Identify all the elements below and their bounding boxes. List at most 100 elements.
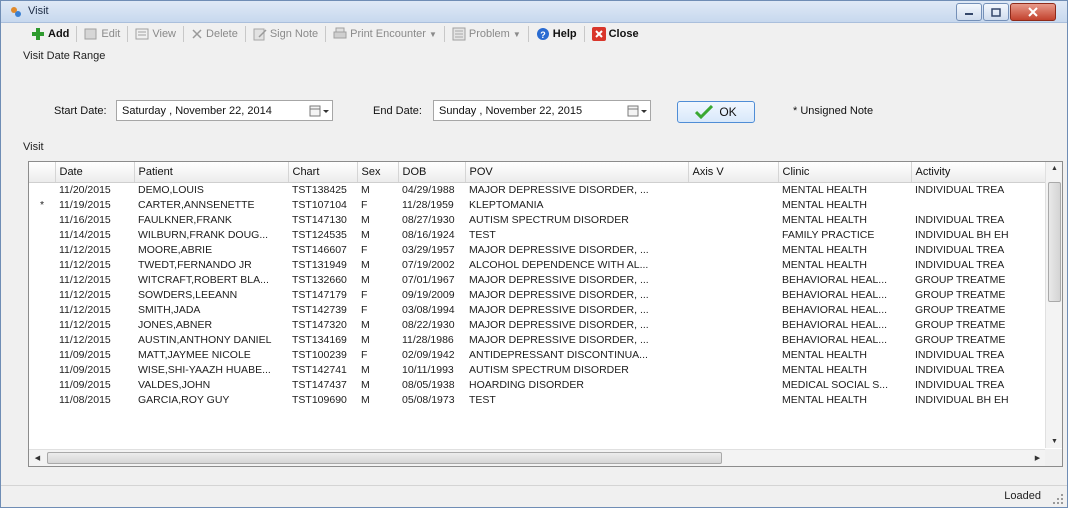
- cell-dob[interactable]: 08/16/1924: [398, 227, 465, 242]
- cell-chart[interactable]: TST142741: [288, 362, 357, 377]
- cell-activity[interactable]: GROUP TREATME: [911, 317, 1047, 332]
- cell-axis-v[interactable]: [688, 212, 778, 227]
- cell-activity[interactable]: INDIVIDUAL TREA: [911, 377, 1047, 392]
- cell-date[interactable]: 11/09/2015: [55, 362, 134, 377]
- close-button[interactable]: Close: [588, 24, 643, 44]
- cell-pov[interactable]: HOARDING DISORDER: [465, 377, 688, 392]
- cell-activity[interactable]: INDIVIDUAL TREA: [911, 347, 1047, 362]
- cell-clinic[interactable]: MENTAL HEALTH: [778, 242, 911, 257]
- cell-sex[interactable]: M: [357, 317, 398, 332]
- cell-dob[interactable]: 08/27/1930: [398, 212, 465, 227]
- cell-activity[interactable]: GROUP TREATME: [911, 272, 1047, 287]
- table-row[interactable]: 11/08/2015 GARCIA,ROY GUY TST109690 M 05/08/…: [29, 392, 1047, 407]
- cell-activity[interactable]: INDIVIDUAL TREA: [911, 182, 1047, 197]
- close-window-button[interactable]: [1010, 3, 1056, 21]
- cell-dob[interactable]: 02/09/1942: [398, 347, 465, 362]
- cell-patient[interactable]: WITCRAFT,ROBERT BLA...: [134, 272, 288, 287]
- cell-chart[interactable]: TST138425: [288, 182, 357, 197]
- calendar-dropdown-button[interactable]: [308, 102, 330, 119]
- cell-patient[interactable]: SMITH,JADA: [134, 302, 288, 317]
- table-row[interactable]: 11/12/2015 JONES,ABNER TST147320 M 08/22/193…: [29, 317, 1047, 332]
- vertical-scrollbar[interactable]: ▲ ▼: [1045, 162, 1062, 448]
- horizontal-scrollbar[interactable]: ◀ ▶: [29, 449, 1046, 466]
- scroll-left-arrow-icon[interactable]: ◀: [29, 454, 46, 462]
- cell-patient[interactable]: WISE,SHI-YAAZH HUABE...: [134, 362, 288, 377]
- cell-axis-v[interactable]: [688, 317, 778, 332]
- cell-patient[interactable]: JONES,ABNER: [134, 317, 288, 332]
- start-date-picker[interactable]: Saturday , November 22, 2014: [116, 100, 333, 121]
- row-header[interactable]: [29, 242, 55, 257]
- cell-clinic[interactable]: MENTAL HEALTH: [778, 362, 911, 377]
- cell-date[interactable]: 11/12/2015: [55, 317, 134, 332]
- end-date-picker[interactable]: Sunday , November 22, 2015: [433, 100, 651, 121]
- row-header[interactable]: *: [29, 197, 55, 212]
- cell-patient[interactable]: CARTER,ANNSENETTE: [134, 197, 288, 212]
- problem-dropdown[interactable]: Problem ▼: [448, 24, 525, 44]
- table-row[interactable]: 11/09/2015 WISE,SHI-YAAZH HUABE... TST1427…: [29, 362, 1047, 377]
- cell-activity[interactable]: INDIVIDUAL TREA: [911, 257, 1047, 272]
- cell-axis-v[interactable]: [688, 287, 778, 302]
- cell-clinic[interactable]: BEHAVIORAL HEAL...: [778, 332, 911, 347]
- table-row[interactable]: 11/14/2015 WILBURN,FRANK DOUG... TST124535…: [29, 227, 1047, 242]
- cell-sex[interactable]: M: [357, 257, 398, 272]
- cell-chart[interactable]: TST147437: [288, 377, 357, 392]
- row-header[interactable]: [29, 377, 55, 392]
- table-row[interactable]: 11/12/2015 AUSTIN,ANTHONY DANIEL TST134169…: [29, 332, 1047, 347]
- cell-clinic[interactable]: MEDICAL SOCIAL S...: [778, 377, 911, 392]
- cell-dob[interactable]: 03/29/1957: [398, 242, 465, 257]
- cell-sex[interactable]: F: [357, 242, 398, 257]
- table-row[interactable]: 11/09/2015 MATT,JAYMEE NICOLE TST100239 F 02…: [29, 347, 1047, 362]
- cell-chart[interactable]: TST147320: [288, 317, 357, 332]
- resize-grip-icon[interactable]: [1052, 493, 1064, 505]
- cell-activity[interactable]: INDIVIDUAL BH EH: [911, 392, 1047, 407]
- cell-axis-v[interactable]: [688, 242, 778, 257]
- print-encounter-dropdown[interactable]: Print Encounter ▼: [329, 24, 441, 44]
- cell-sex[interactable]: M: [357, 362, 398, 377]
- cell-patient[interactable]: FAULKNER,FRANK: [134, 212, 288, 227]
- cell-clinic[interactable]: FAMILY PRACTICE: [778, 227, 911, 242]
- column-header-dob[interactable]: DOB: [398, 162, 466, 183]
- cell-sex[interactable]: M: [357, 377, 398, 392]
- cell-pov[interactable]: MAJOR DEPRESSIVE DISORDER, ...: [465, 272, 688, 287]
- cell-clinic[interactable]: MENTAL HEALTH: [778, 347, 911, 362]
- cell-patient[interactable]: GARCIA,ROY GUY: [134, 392, 288, 407]
- cell-pov[interactable]: MAJOR DEPRESSIVE DISORDER, ...: [465, 287, 688, 302]
- cell-patient[interactable]: WILBURN,FRANK DOUG...: [134, 227, 288, 242]
- cell-axis-v[interactable]: [688, 182, 778, 197]
- cell-dob[interactable]: 10/11/1993: [398, 362, 465, 377]
- cell-chart[interactable]: TST132660: [288, 272, 357, 287]
- cell-dob[interactable]: 03/08/1994: [398, 302, 465, 317]
- table-row[interactable]: 11/12/2015 MOORE,ABRIE TST146607 F 03/29/195…: [29, 242, 1047, 257]
- cell-axis-v[interactable]: [688, 227, 778, 242]
- cell-date[interactable]: 11/12/2015: [55, 332, 134, 347]
- cell-chart[interactable]: TST147130: [288, 212, 357, 227]
- cell-chart[interactable]: TST100239: [288, 347, 357, 362]
- cell-dob[interactable]: 08/22/1930: [398, 317, 465, 332]
- cell-patient[interactable]: SOWDERS,LEEANN: [134, 287, 288, 302]
- cell-sex[interactable]: M: [357, 182, 398, 197]
- edit-button[interactable]: Edit: [80, 24, 124, 44]
- cell-patient[interactable]: MOORE,ABRIE: [134, 242, 288, 257]
- cell-sex[interactable]: M: [357, 272, 398, 287]
- cell-date[interactable]: 11/12/2015: [55, 302, 134, 317]
- row-header[interactable]: [29, 332, 55, 347]
- cell-clinic[interactable]: MENTAL HEALTH: [778, 392, 911, 407]
- cell-pov[interactable]: TEST: [465, 227, 688, 242]
- visit-grid[interactable]: Date Patient Chart Sex DOB POV Axis V Cl…: [28, 161, 1063, 467]
- vertical-scroll-thumb[interactable]: [1048, 182, 1061, 302]
- cell-clinic[interactable]: BEHAVIORAL HEAL...: [778, 272, 911, 287]
- cell-pov[interactable]: AUTISM SPECTRUM DISORDER: [465, 212, 688, 227]
- row-header[interactable]: [29, 362, 55, 377]
- column-header-pov[interactable]: POV: [465, 162, 689, 183]
- help-button[interactable]: ? Help: [532, 24, 581, 44]
- table-row[interactable]: 11/12/2015 SMITH,JADA TST142739 F 03/08/1994…: [29, 302, 1047, 317]
- horizontal-scroll-thumb[interactable]: [47, 452, 722, 464]
- scroll-down-arrow-icon[interactable]: ▼: [1046, 438, 1062, 445]
- scroll-right-arrow-icon[interactable]: ▶: [1029, 454, 1046, 462]
- cell-pov[interactable]: KLEPTOMANIA: [465, 197, 688, 212]
- cell-clinic[interactable]: BEHAVIORAL HEAL...: [778, 302, 911, 317]
- cell-chart[interactable]: TST146607: [288, 242, 357, 257]
- cell-patient[interactable]: TWEDT,FERNANDO JR: [134, 257, 288, 272]
- cell-chart[interactable]: TST107104: [288, 197, 357, 212]
- cell-pov[interactable]: MAJOR DEPRESSIVE DISORDER, ...: [465, 332, 688, 347]
